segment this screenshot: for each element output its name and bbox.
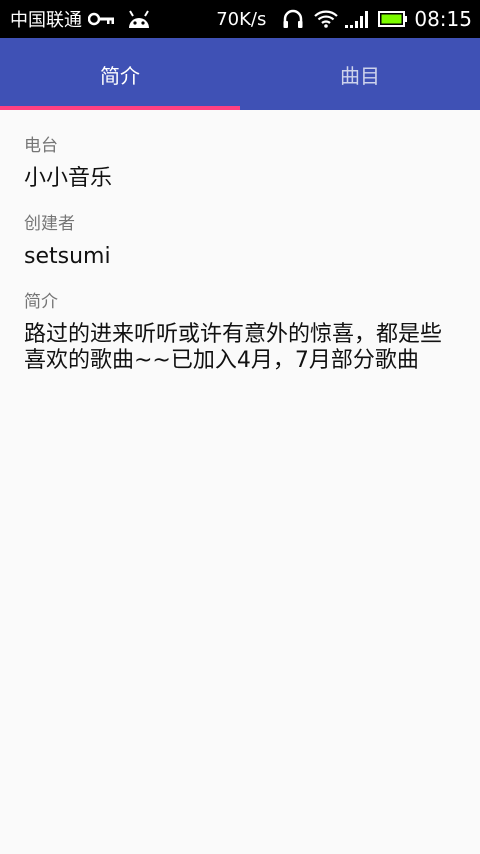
station-name: 小小音乐 (24, 166, 113, 191)
clock: 08:15 (414, 7, 472, 31)
wifi-icon (314, 10, 339, 28)
station-label: 电台 (24, 136, 58, 156)
status-bar: 中国联通 70K/s 08:15 (0, 0, 480, 38)
intro-label: 简介 (24, 292, 58, 312)
carrier-name: 中国联通 (10, 10, 82, 31)
network-speed: 70K/s (216, 8, 267, 30)
status-bar-right: 70K/s 08:15 (216, 7, 472, 31)
signal-icon (344, 10, 370, 28)
intro-text: 路过的进来听听或许有意外的惊喜，都是些喜欢的歌曲~~已加入4月，7月部分歌曲 (24, 322, 443, 373)
tab-intro[interactable]: 简介 (0, 38, 240, 110)
creator-label: 创建者 (24, 214, 75, 234)
headset-icon (282, 9, 304, 29)
battery-icon (378, 11, 408, 27)
tab-intro-label: 简介 (100, 63, 140, 88)
tab-bar: 简介 曲目 (0, 38, 480, 110)
tab-tracks[interactable]: 曲目 (240, 38, 480, 110)
status-bar-left: 中国联通 (10, 6, 152, 32)
creator-name: setsumi (24, 244, 111, 269)
intro-content: 电台 小小音乐 创建者 setsumi 简介 路过的进来听听或许有意外的惊喜，都… (24, 110, 460, 374)
tab-tracks-label: 曲目 (340, 63, 380, 88)
key-icon (88, 12, 116, 26)
android-icon (126, 8, 152, 30)
